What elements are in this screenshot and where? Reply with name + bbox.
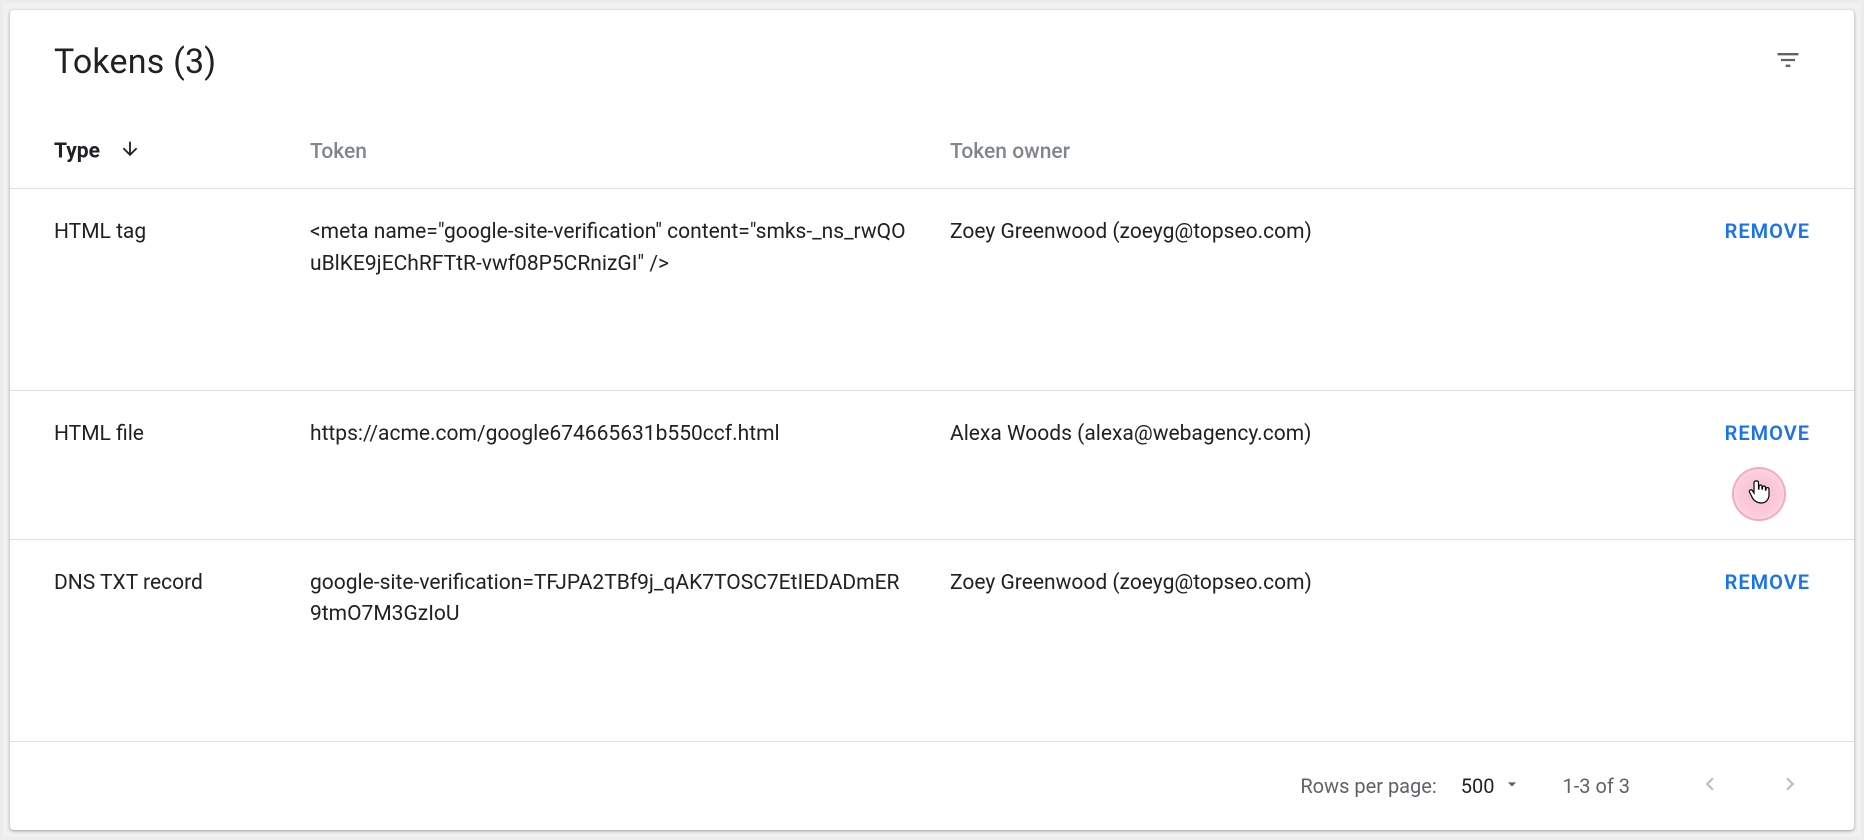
table-row: HTML tag <meta name="google-site-verific…	[10, 189, 1854, 391]
cell-token: google-site-verification=TFJPA2TBf9j_qAK…	[290, 539, 930, 741]
cell-type: HTML file	[10, 391, 290, 540]
column-header-type-label: Type	[54, 140, 100, 164]
rows-per-page-label: Rows per page:	[1300, 774, 1436, 798]
remove-button[interactable]: REMOVE	[1725, 421, 1810, 445]
page-nav	[1690, 766, 1810, 806]
cell-owner: Alexa Woods (alexa@webagency.com)	[930, 391, 1490, 540]
cell-type: HTML tag	[10, 189, 290, 391]
dropdown-icon	[1502, 774, 1522, 799]
rows-per-page-value: 500	[1461, 774, 1495, 798]
table-row: HTML file https://acme.com/google6746656…	[10, 391, 1854, 540]
column-header-token-label: Token	[310, 140, 367, 164]
chevron-right-icon	[1777, 771, 1803, 802]
table-header-row: Type Token Token owner	[10, 108, 1854, 189]
filter-list-icon	[1774, 46, 1802, 78]
tokens-table: Type Token Token owner HTML tag <meta na…	[10, 108, 1854, 742]
sort-descending-icon	[119, 138, 141, 166]
prev-page-button[interactable]	[1690, 766, 1730, 806]
remove-button[interactable]: REMOVE	[1725, 219, 1810, 243]
rows-per-page: Rows per page: 500	[1300, 774, 1522, 799]
column-header-owner[interactable]: Token owner	[930, 108, 1490, 189]
cell-owner: Zoey Greenwood (zoeyg@topseo.com)	[930, 189, 1490, 391]
column-header-type[interactable]: Type	[10, 108, 290, 189]
column-header-owner-label: Token owner	[950, 140, 1070, 164]
pagination-bar: Rows per page: 500 1-3 of 3	[10, 742, 1854, 830]
next-page-button[interactable]	[1770, 766, 1810, 806]
tokens-card: Tokens (3) Type Token Token owner	[10, 10, 1854, 830]
card-header: Tokens (3)	[10, 10, 1854, 108]
remove-button[interactable]: REMOVE	[1725, 570, 1810, 594]
pagination-range: 1-3 of 3	[1562, 774, 1630, 798]
chevron-left-icon	[1697, 771, 1723, 802]
rows-per-page-select[interactable]: 500	[1461, 774, 1523, 799]
cell-type: DNS TXT record	[10, 539, 290, 741]
page-title: Tokens (3)	[54, 42, 216, 82]
cell-token: https://acme.com/google674665631b550ccf.…	[290, 391, 930, 540]
table-row: DNS TXT record google-site-verification=…	[10, 539, 1854, 741]
column-header-action	[1490, 108, 1854, 189]
filter-button[interactable]	[1766, 40, 1810, 84]
column-header-token[interactable]: Token	[290, 108, 930, 189]
cell-token: <meta name="google-site-verification" co…	[290, 189, 930, 391]
cell-owner: Zoey Greenwood (zoeyg@topseo.com)	[930, 539, 1490, 741]
